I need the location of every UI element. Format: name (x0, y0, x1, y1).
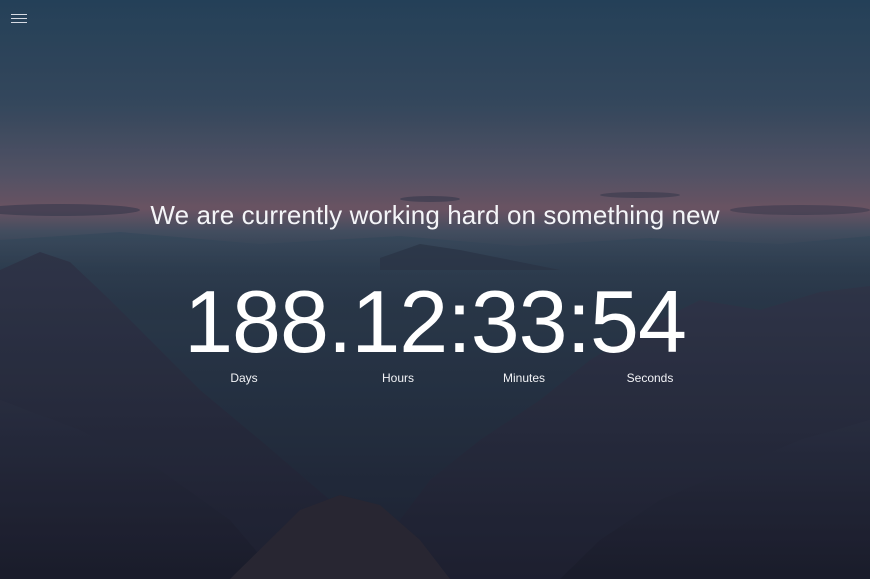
countdown-seconds: 54 (590, 272, 687, 371)
countdown-separator-colon: : (566, 272, 591, 371)
minutes-label: Minutes (502, 371, 546, 385)
menu-line (11, 14, 27, 15)
hamburger-menu-icon[interactable] (11, 12, 29, 26)
menu-line (11, 22, 27, 23)
seconds-label: Seconds (626, 371, 674, 385)
countdown-separator-colon: : (447, 272, 471, 371)
countdown-days: 188 (184, 272, 329, 371)
hours-label: Hours (381, 371, 415, 385)
menu-line (11, 18, 27, 19)
countdown-separator-dot: . (327, 272, 352, 371)
days-label: Days (230, 371, 258, 385)
countdown-hours: 12 (351, 272, 448, 371)
page-headline: We are currently working hard on somethi… (150, 200, 720, 230)
countdown-timer: 188.12:33:54 (0, 272, 870, 372)
countdown-minutes: 33 (470, 272, 568, 371)
